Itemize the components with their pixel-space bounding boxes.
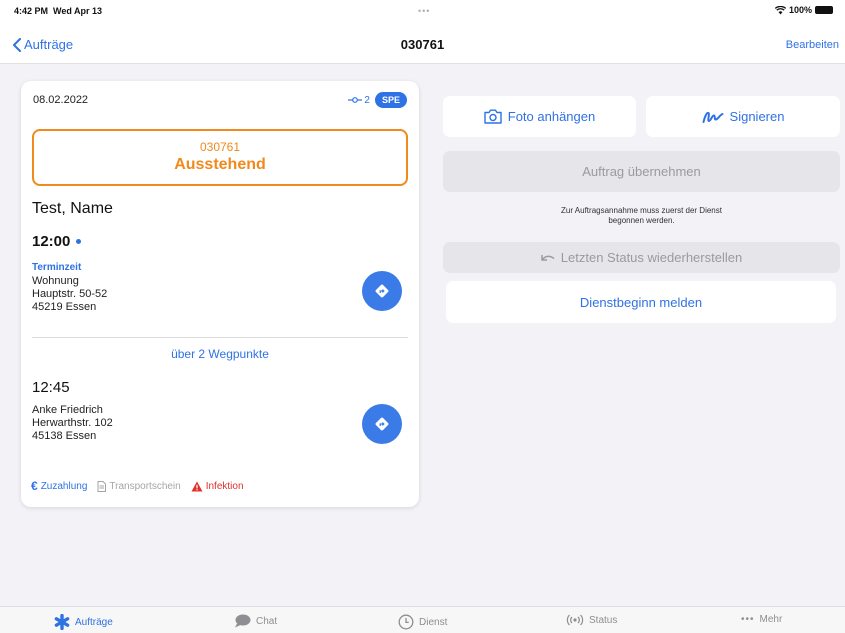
more-dots-icon: •••: [741, 614, 755, 625]
warning-icon: [191, 481, 203, 491]
zuzahlung-indicator[interactable]: € Zuzahlung: [31, 479, 87, 493]
asterisk-icon: [54, 614, 70, 630]
take-order-hint: Zur Auftragsannahme muss zuerst der Dien…: [561, 206, 722, 225]
attach-photo-button[interactable]: Foto anhängen: [443, 96, 636, 137]
divider: [32, 337, 408, 338]
order-status-box: 030761 Ausstehend: [32, 129, 408, 186]
wifi-icon: [774, 5, 786, 14]
undo-icon: [541, 254, 555, 261]
directions-icon: [375, 417, 389, 431]
broadcast-icon: [566, 614, 584, 626]
dropoff-time: 12:45: [32, 379, 70, 396]
patient-name: Test, Name: [32, 200, 113, 217]
status-time: 4:42 PM Wed Apr 13: [14, 6, 103, 16]
document-icon: [97, 480, 107, 492]
navigate-dropoff-button[interactable]: [362, 404, 402, 444]
battery-icon: [815, 6, 833, 14]
page-title: 030761: [400, 37, 445, 52]
directions-icon: [375, 284, 389, 298]
start-service-button[interactable]: Dienstbeginn melden: [446, 281, 836, 323]
status-indicators: 100%: [774, 5, 833, 15]
waypoint-icon: [348, 97, 363, 103]
waypoint-count: 2: [348, 95, 370, 106]
navigation-bar: Aufträge 030761 Bearbeiten: [0, 26, 845, 64]
camera-icon: [484, 109, 502, 124]
card-footer: € Zuzahlung Transportschein Infektion: [31, 479, 244, 493]
transportschein-indicator[interactable]: Transportschein: [97, 480, 181, 492]
dropoff-address: Anke Friedrich Herwarthstr. 102 45138 Es…: [32, 404, 113, 442]
restore-status-button[interactable]: Letzten Status wiederherstellen: [443, 242, 840, 273]
euro-icon: €: [31, 479, 38, 493]
take-order-button[interactable]: Auftrag übernehmen: [443, 151, 840, 192]
tab-bar: Aufträge Chat Dienst Status ••• Mehr: [0, 606, 845, 633]
order-status: Ausstehend: [174, 156, 266, 173]
pickup-address: Wohnung Hauptstr. 50-52 45219 Essen: [32, 275, 108, 313]
edit-button[interactable]: Bearbeiten: [786, 39, 839, 51]
tab-dienst[interactable]: Dienst: [398, 614, 447, 630]
status-bar: 4:42 PM Wed Apr 13 ••• 100%: [0, 0, 845, 26]
tab-status[interactable]: Status: [566, 614, 617, 626]
tab-mehr[interactable]: ••• Mehr: [741, 614, 782, 625]
signature-icon: [702, 111, 724, 123]
multitask-dots[interactable]: •••: [418, 6, 430, 16]
infektion-indicator[interactable]: Infektion: [191, 481, 244, 492]
order-date: 08.02.2022: [33, 94, 89, 106]
pickup-time: 12:00: [32, 233, 82, 250]
battery-percent: 100%: [788, 5, 812, 15]
tab-chat[interactable]: Chat: [234, 614, 277, 628]
waypoints-link[interactable]: über 2 Wegpunkte: [21, 347, 419, 361]
sign-button[interactable]: Signieren: [646, 96, 840, 137]
tab-auftraege[interactable]: Aufträge: [54, 614, 113, 630]
time-indicator-dot: [76, 239, 82, 244]
time-type-label: Terminzeit: [32, 262, 82, 273]
clock-icon: [398, 614, 414, 630]
type-badge: SPE: [374, 92, 407, 108]
chat-bubble-icon: [235, 614, 251, 628]
order-card: 08.02.2022 2 SPE 030761 Ausstehend Test,…: [21, 81, 419, 507]
order-tags: 2 SPE: [348, 92, 407, 108]
navigate-pickup-button[interactable]: [362, 271, 402, 311]
order-number: 030761: [199, 140, 241, 154]
